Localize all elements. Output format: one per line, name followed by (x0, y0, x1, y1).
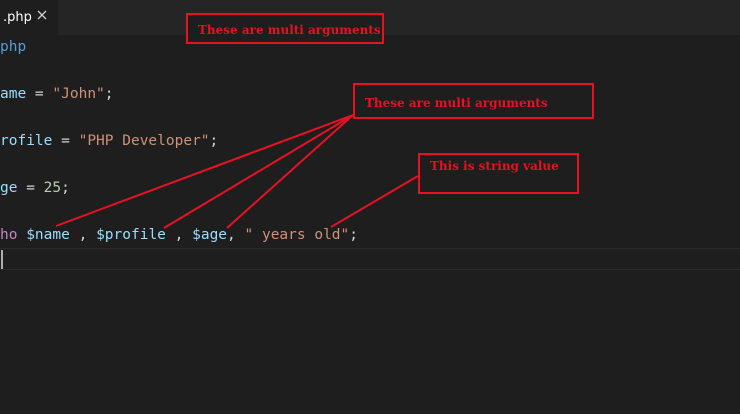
code-token: ; (349, 227, 358, 243)
annotation-text-middle: These are multi arguments (365, 96, 548, 110)
close-icon[interactable] (35, 8, 49, 22)
tab-label: .php (3, 10, 32, 25)
annotation-box-middle: These are multi arguments (353, 83, 594, 119)
annotation-box-top: These are multi arguments (186, 13, 384, 44)
code-token: "John" (52, 86, 105, 102)
code-token: = (17, 180, 44, 196)
current-line-highlight (0, 248, 740, 270)
annotation-text-top: These are multi arguments (198, 23, 381, 37)
code-token: , (69, 227, 97, 243)
code-token: = (26, 86, 53, 102)
code-line: php (0, 36, 26, 58)
code-token: $age (192, 227, 228, 243)
code-token: "PHP Developer" (78, 133, 210, 149)
code-line: ho $name , $profile , $age, " years old"… (0, 224, 358, 246)
code-token: ame (0, 86, 27, 102)
code-token: php (0, 39, 27, 55)
code-token: ; (61, 180, 70, 196)
code-token: ; (104, 86, 114, 102)
code-token: rofile (0, 133, 53, 149)
code-token: ge (0, 180, 18, 196)
code-line: rofile = "PHP Developer"; (0, 130, 218, 152)
code-token: ; (209, 133, 219, 149)
code-token: $name (26, 227, 70, 243)
code-token: " years old" (244, 227, 350, 243)
annotation-text-string: This is string value (430, 159, 559, 173)
code-line: ge = 25; (0, 177, 70, 199)
code-token: , (227, 227, 245, 243)
code-line: ame = "John"; (0, 83, 114, 105)
code-token: = (52, 133, 79, 149)
code-token: ho (0, 227, 18, 243)
code-token: $profile (96, 227, 166, 243)
editor-tab[interactable]: .php (0, 0, 58, 35)
code-token: , (165, 227, 193, 243)
annotation-box-string: This is string value (418, 153, 579, 194)
text-cursor (1, 250, 3, 269)
code-token: 25 (43, 180, 62, 196)
